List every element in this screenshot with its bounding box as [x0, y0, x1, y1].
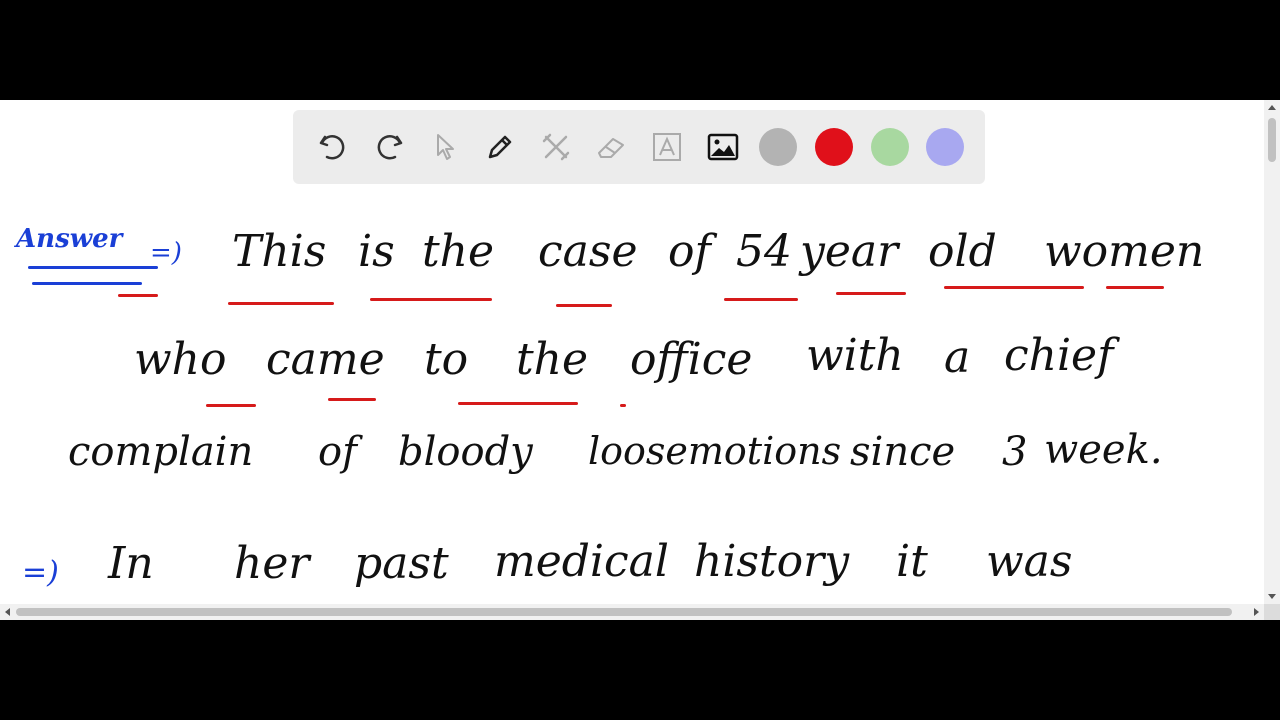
- underline: [556, 304, 612, 307]
- note-word: was: [986, 536, 1073, 587]
- note-word: old: [928, 226, 997, 277]
- underline: [944, 286, 1084, 289]
- note-word: it: [896, 536, 928, 587]
- answer-underline-2: [32, 282, 142, 285]
- note-word: loosemotions: [588, 429, 842, 473]
- scroll-right-icon[interactable]: [1254, 608, 1259, 616]
- image-icon[interactable]: [695, 119, 751, 175]
- text-icon[interactable]: [639, 119, 695, 175]
- underline: [228, 302, 334, 305]
- underline: [370, 298, 492, 301]
- note-word: since: [850, 429, 956, 475]
- redo-icon[interactable]: [361, 119, 417, 175]
- answer-underline: [28, 266, 158, 269]
- color-swatch-green[interactable]: [862, 119, 918, 175]
- note-word: In: [108, 538, 154, 589]
- answer-arrow: =): [150, 238, 182, 268]
- answer-mark: [118, 294, 158, 297]
- vertical-scroll-thumb[interactable]: [1268, 118, 1276, 162]
- underline-dot: [620, 404, 626, 407]
- underline: [836, 292, 906, 295]
- scroll-down-icon[interactable]: [1268, 594, 1276, 599]
- note-word: complain: [68, 429, 254, 475]
- note-word: medical: [494, 536, 669, 587]
- note-word: office: [630, 334, 753, 385]
- scrollbar-corner: [1264, 604, 1280, 620]
- underline: [458, 402, 578, 405]
- note-word: to: [424, 334, 469, 385]
- undo-icon[interactable]: [305, 119, 361, 175]
- color-swatch-gray[interactable]: [750, 119, 806, 175]
- underline: [328, 398, 376, 401]
- whiteboard-canvas[interactable]: Answer =) This is the case of 54 year ol…: [0, 100, 1280, 620]
- note-word: is: [358, 226, 395, 277]
- note-word: 3: [1002, 429, 1028, 475]
- underline: [724, 298, 798, 301]
- drawing-toolbar: [293, 110, 985, 184]
- pen-icon[interactable]: [472, 119, 528, 175]
- note-word: who: [134, 334, 227, 385]
- underline: [206, 404, 256, 407]
- pointer-icon[interactable]: [416, 119, 472, 175]
- scroll-up-icon[interactable]: [1268, 105, 1276, 110]
- eraser-icon[interactable]: [583, 119, 639, 175]
- color-swatch-red[interactable]: [806, 119, 862, 175]
- note-word: week.: [1044, 427, 1163, 473]
- note-word: women: [1044, 226, 1205, 277]
- note-word: of: [668, 226, 711, 277]
- tools-icon[interactable]: [528, 119, 584, 175]
- note-word: her: [234, 538, 310, 589]
- note-word: past: [354, 538, 449, 589]
- vertical-scrollbar[interactable]: [1264, 100, 1280, 604]
- note-word: a: [944, 332, 971, 383]
- scroll-left-icon[interactable]: [5, 608, 10, 616]
- note-word: history: [694, 536, 850, 587]
- note-word: came: [266, 334, 385, 385]
- note-word: This: [232, 226, 327, 277]
- note-word: bloody: [398, 429, 533, 475]
- note-word: the: [422, 226, 495, 277]
- answer-label: Answer: [16, 224, 123, 254]
- note-word: with: [806, 330, 904, 381]
- line4-arrow: =): [22, 555, 59, 590]
- note-word: of: [318, 429, 357, 475]
- note-word: chief: [1004, 330, 1114, 381]
- note-word: case: [538, 226, 638, 277]
- note-word: year: [800, 226, 899, 277]
- underline: [1106, 286, 1164, 289]
- note-word: the: [516, 334, 589, 385]
- note-word: 54: [736, 226, 792, 277]
- horizontal-scrollbar[interactable]: [0, 604, 1264, 620]
- horizontal-scroll-thumb[interactable]: [16, 608, 1232, 616]
- color-swatch-purple[interactable]: [917, 119, 973, 175]
